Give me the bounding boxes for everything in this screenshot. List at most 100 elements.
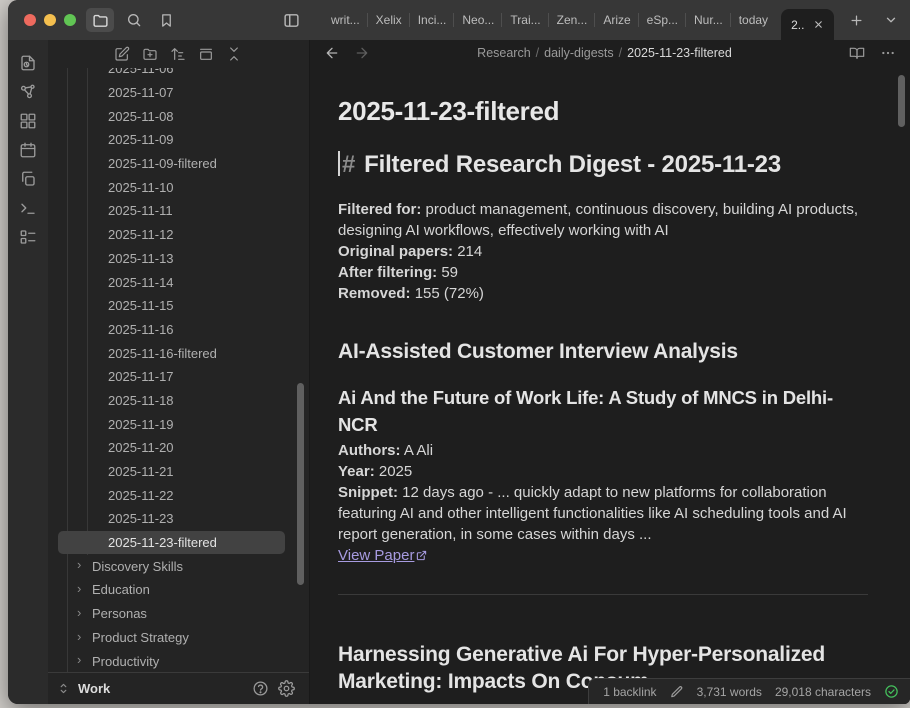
close-tab-icon[interactable]	[813, 19, 824, 30]
chevron-right-icon: ›	[77, 629, 81, 644]
folder-label: Productivity	[92, 654, 159, 669]
file-tree-item[interactable]: 2025-11-13	[48, 247, 309, 271]
tab-list-dropdown-button[interactable]	[877, 8, 905, 32]
folder-label: Product Strategy	[92, 630, 189, 645]
view-paper-link[interactable]: View Paper	[338, 547, 414, 564]
horizontal-rule	[338, 594, 868, 595]
new-note-icon[interactable]	[114, 46, 130, 62]
tab[interactable]: Zen...	[549, 0, 596, 40]
vault-folder-button[interactable]	[86, 8, 114, 32]
backlink-count[interactable]: 1 backlink	[603, 685, 656, 699]
heading-1-text: Filtered Research Digest - 2025-11-23	[364, 151, 781, 178]
explorer-toolbar	[48, 40, 309, 68]
section-heading: AI-Assisted Customer Interview Analysis	[338, 340, 868, 364]
explorer-scrollbar[interactable]	[297, 383, 304, 585]
file-tree-item[interactable]: 2025-11-06	[48, 68, 309, 81]
help-icon[interactable]	[252, 680, 269, 697]
view-header: Research/daily-digests/2025-11-23-filter…	[310, 40, 910, 66]
tasks-list-icon[interactable]	[19, 228, 37, 246]
file-tree-item[interactable]: 2025-11-19	[48, 412, 309, 436]
copy-templates-icon[interactable]	[19, 170, 37, 188]
heading-1: # Filtered Research Digest - 2025-11-23	[338, 151, 868, 179]
collapse-all-icon[interactable]	[226, 46, 242, 62]
zoom-window-button[interactable]	[64, 14, 76, 26]
quick-switcher-icon[interactable]	[19, 54, 37, 72]
minimize-window-button[interactable]	[44, 14, 56, 26]
sort-order-icon[interactable]	[170, 46, 186, 62]
more-options-icon[interactable]	[880, 45, 896, 61]
search-button[interactable]	[120, 8, 148, 32]
file-tree-item[interactable]: 2025-11-07	[48, 81, 309, 105]
document-body[interactable]: 2025-11-23-filtered # Filtered Research D…	[310, 66, 868, 695]
folder-tree-item[interactable]: › Discovery Skills	[48, 554, 309, 578]
file-tree-item[interactable]: 2025-11-11	[48, 199, 309, 223]
file-tree-item[interactable]: 2025-11-16-filtered	[48, 341, 309, 365]
tab[interactable]: Xelix	[368, 0, 410, 40]
tab[interactable]: Trai...	[502, 0, 548, 40]
file-tree-item[interactable]: 2025-11-12	[48, 223, 309, 247]
tab[interactable]: Neo...	[454, 0, 502, 40]
file-tree: 2025-11-06 2025-11-07 2025-11-08 2025-11…	[48, 68, 309, 672]
note-inline-title[interactable]: 2025-11-23-filtered	[338, 96, 868, 127]
new-folder-icon[interactable]	[142, 46, 158, 62]
vault-name[interactable]: Work	[78, 681, 243, 696]
folder-icon	[92, 12, 109, 29]
file-tree-item[interactable]: 2025-11-22	[48, 483, 309, 507]
folder-tree-item[interactable]: › Productivity	[48, 649, 309, 672]
tab-bar: writ... Xelix Inci... Neo... Trai... Zen…	[323, 0, 776, 40]
folder-tree-item[interactable]: › Education	[48, 578, 309, 602]
folder-tree-item[interactable]: › Product Strategy	[48, 626, 309, 650]
chevron-right-icon: ›	[77, 652, 81, 667]
file-tree-item[interactable]: 2025-11-23-filtered	[58, 531, 285, 555]
panel-left-icon	[283, 12, 300, 29]
breadcrumb-item[interactable]: daily-digests	[544, 46, 613, 60]
markdown-hash-syntax: #	[342, 151, 355, 178]
folder-tree-item[interactable]: › Personas	[48, 602, 309, 626]
file-tree-item[interactable]: 2025-11-15	[48, 294, 309, 318]
tab[interactable]: eSp...	[639, 0, 686, 40]
file-tree-item[interactable]: 2025-11-23	[48, 507, 309, 531]
app-window: writ... Xelix Inci... Neo... Trai... Zen…	[8, 0, 910, 704]
file-tree-item[interactable]: 2025-11-17	[48, 365, 309, 389]
vault-switcher-icon[interactable]	[58, 681, 69, 696]
reading-mode-icon[interactable]	[849, 45, 865, 61]
new-tab-button[interactable]	[842, 8, 870, 32]
file-tree-item[interactable]: 2025-11-20	[48, 436, 309, 460]
settings-gear-icon[interactable]	[278, 680, 295, 697]
file-explorer: 2025-11-06 2025-11-07 2025-11-08 2025-11…	[48, 40, 310, 704]
traffic-lights	[8, 14, 84, 26]
file-tree-item[interactable]: 2025-11-16	[48, 318, 309, 342]
metadata-line: After filtering: 59	[338, 262, 868, 283]
file-tree-item[interactable]: 2025-11-21	[48, 460, 309, 484]
daily-note-calendar-icon[interactable]	[19, 141, 37, 159]
graph-view-icon[interactable]	[19, 83, 37, 101]
file-tree-item[interactable]: 2025-11-14	[48, 270, 309, 294]
file-tree-item[interactable]: 2025-11-08	[48, 104, 309, 128]
breadcrumb-item[interactable]: Research	[477, 46, 531, 60]
file-tree-item[interactable]: 2025-11-18	[48, 389, 309, 413]
edit-pencil-icon[interactable]	[670, 685, 684, 699]
tab[interactable]: today	[731, 0, 776, 40]
editor-scrollbar[interactable]	[898, 75, 905, 127]
forward-arrow-icon[interactable]	[354, 45, 370, 61]
bookmarks-button[interactable]	[152, 8, 180, 32]
tab[interactable]: Nur...	[686, 0, 731, 40]
tab[interactable]: Inci...	[410, 0, 455, 40]
folder-label: Personas	[92, 606, 147, 621]
terminal-icon[interactable]	[19, 199, 37, 217]
stacked-panels-icon[interactable]	[198, 46, 214, 62]
close-window-button[interactable]	[24, 14, 36, 26]
tab-active[interactable]: 2..	[781, 9, 834, 40]
sync-check-icon[interactable]	[884, 684, 899, 699]
tab[interactable]: Arize	[595, 0, 638, 40]
back-arrow-icon[interactable]	[324, 45, 340, 61]
breadcrumb-item[interactable]: 2025-11-23-filtered	[627, 46, 732, 60]
file-tree-item[interactable]: 2025-11-09-filtered	[48, 152, 309, 176]
toggle-left-sidebar-button[interactable]	[277, 8, 305, 32]
file-tree-item[interactable]: 2025-11-09	[48, 128, 309, 152]
file-tree-item[interactable]: 2025-11-10	[48, 175, 309, 199]
layout-grid-icon[interactable]	[19, 112, 37, 130]
metadata-line: Removed: 155 (72%)	[338, 283, 868, 304]
external-link-icon	[416, 550, 427, 561]
tab[interactable]: writ...	[323, 0, 368, 40]
